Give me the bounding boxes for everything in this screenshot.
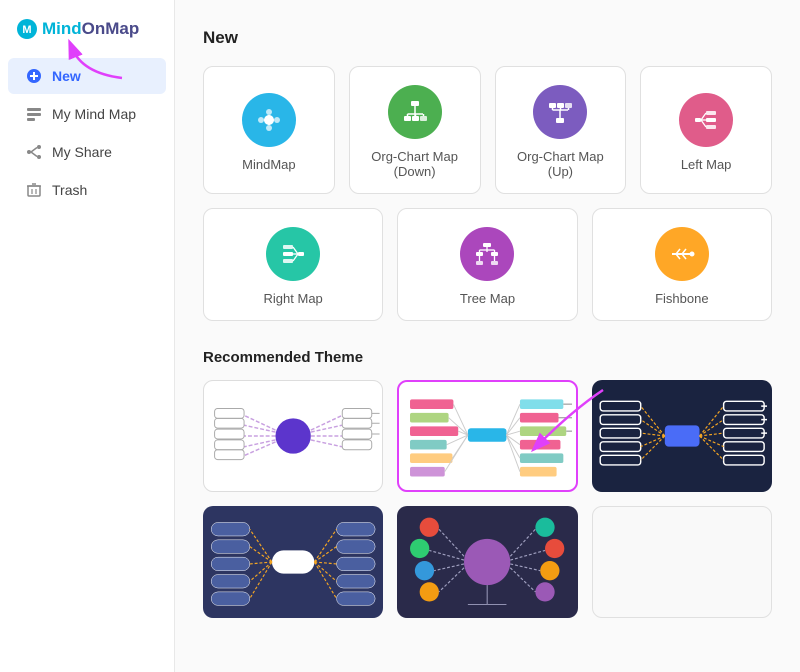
map-card-org-down[interactable]: Org-Chart Map (Down) — [349, 66, 481, 194]
sidebar-item-new[interactable]: New — [8, 58, 166, 94]
theme-preview-1 — [204, 381, 382, 491]
tree-map-icon — [460, 227, 514, 281]
theme-card-4[interactable] — [203, 506, 383, 618]
map-card-fishbone[interactable]: Fishbone — [592, 208, 772, 321]
left-map-icon — [679, 93, 733, 147]
tree-map-label: Tree Map — [460, 291, 515, 306]
theme-preview-3 — [594, 382, 770, 490]
theme-preview-4 — [205, 508, 381, 616]
map-card-org-up[interactable]: Org-Chart Map (Up) — [495, 66, 627, 194]
logo-text: MindOnMap — [42, 19, 139, 39]
theme-card-3[interactable] — [592, 380, 772, 492]
theme-card-1[interactable] — [203, 380, 383, 492]
logo: M MindOnMap — [0, 10, 174, 56]
new-icon — [26, 68, 42, 84]
map-card-right-map[interactable]: Right Map — [203, 208, 383, 321]
my-mind-map-icon — [26, 106, 42, 122]
new-section-title: New — [203, 28, 772, 48]
map-card-left-map[interactable]: Left Map — [640, 66, 772, 194]
org-down-icon — [388, 85, 442, 139]
mindmap-label: MindMap — [242, 157, 295, 172]
org-up-icon — [533, 85, 587, 139]
sidebar-item-my-share-label: My Share — [52, 144, 112, 160]
logo-icon: M — [16, 18, 38, 40]
main-content: New MindMap Org-Chart Map (Down) Org-Cha… — [175, 0, 800, 672]
theme-card-2[interactable] — [397, 380, 577, 492]
theme-preview-2 — [399, 382, 575, 490]
mindmap-icon — [242, 93, 296, 147]
right-map-icon — [266, 227, 320, 281]
fishbone-label: Fishbone — [655, 291, 708, 306]
theme-preview-5 — [399, 508, 575, 616]
sidebar-item-trash[interactable]: Trash — [8, 172, 166, 208]
map-grid-row2: Right Map Tree Map Fishbone — [203, 208, 772, 321]
map-grid-row1: MindMap Org-Chart Map (Down) Org-Chart M… — [203, 66, 772, 194]
my-share-icon — [26, 144, 42, 160]
sidebar-item-my-mind-map[interactable]: My Mind Map — [8, 96, 166, 132]
theme-section — [203, 380, 772, 618]
map-card-tree-map[interactable]: Tree Map — [397, 208, 577, 321]
sidebar-item-my-share[interactable]: My Share — [8, 134, 166, 170]
org-down-label: Org-Chart Map (Down) — [360, 149, 470, 179]
sidebar-item-my-mind-map-label: My Mind Map — [52, 106, 136, 122]
theme-card-5[interactable] — [397, 506, 577, 618]
sidebar-item-trash-label: Trash — [52, 182, 87, 198]
org-up-label: Org-Chart Map (Up) — [506, 149, 616, 179]
trash-icon — [26, 182, 42, 198]
fishbone-icon — [655, 227, 709, 281]
recommended-theme-title: Recommended Theme — [203, 349, 772, 366]
map-card-mindmap[interactable]: MindMap — [203, 66, 335, 194]
theme-card-6[interactable] — [592, 506, 772, 618]
svg-text:M: M — [22, 24, 31, 36]
theme-grid — [203, 380, 772, 618]
sidebar-item-new-label: New — [52, 68, 81, 84]
left-map-label: Left Map — [681, 157, 732, 172]
right-map-label: Right Map — [264, 291, 323, 306]
